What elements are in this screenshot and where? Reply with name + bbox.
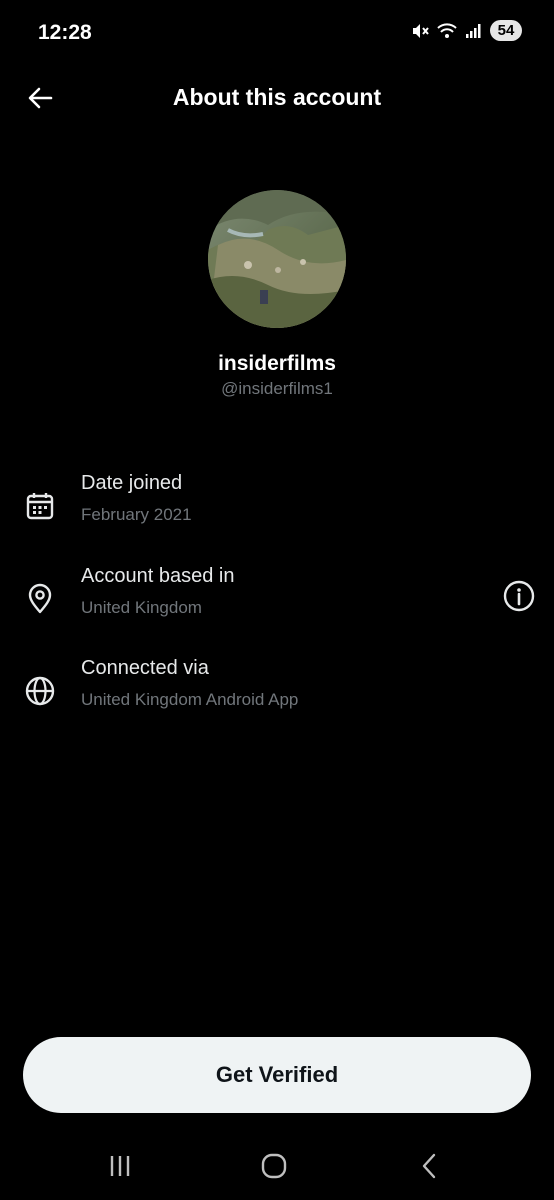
calendar-icon [26,493,54,520]
location-pin-icon [28,583,52,614]
detail-label: Date joined [81,472,183,494]
system-nav-bar [0,1130,554,1200]
wifi-icon [437,22,457,38]
header: About this account [0,66,554,130]
detail-value: United Kingdom Android App [81,690,299,709]
detail-row-date-joined: Date joined February 2021 [0,472,554,542]
detail-label: Account based in [81,565,235,587]
recents-icon [110,1156,130,1176]
avatar[interactable] [208,190,346,328]
handle: @insiderfilms1 [221,379,333,398]
info-icon[interactable] [502,579,536,613]
home-icon [261,1153,287,1179]
page-title: About this account [172,84,382,110]
avatar-image [208,190,346,328]
get-verified-button[interactable]: Get Verified [23,1037,531,1113]
get-verified-label: Get Verified [215,1062,339,1087]
display-name: insiderfilms [218,352,336,375]
back-icon [422,1153,436,1179]
recents-button[interactable] [100,1150,140,1182]
status-time: 12:28 [38,21,92,44]
mute-icon [413,23,429,38]
detail-value: United Kingdom [81,598,202,617]
status-icons: 54 [410,20,522,41]
detail-label: Connected via [81,657,209,679]
detail-row-connected-via: Connected via United Kingdom Android App [0,657,554,727]
home-button[interactable] [254,1150,294,1182]
status-bar: 12:28 54 [0,0,554,66]
detail-value: February 2021 [81,505,192,524]
signal-icon [466,23,481,38]
detail-row-account-based-in: Account based in United Kingdom [0,565,554,635]
globe-icon [25,676,55,706]
battery-indicator: 54 [490,20,522,41]
system-back-button[interactable] [410,1150,450,1182]
